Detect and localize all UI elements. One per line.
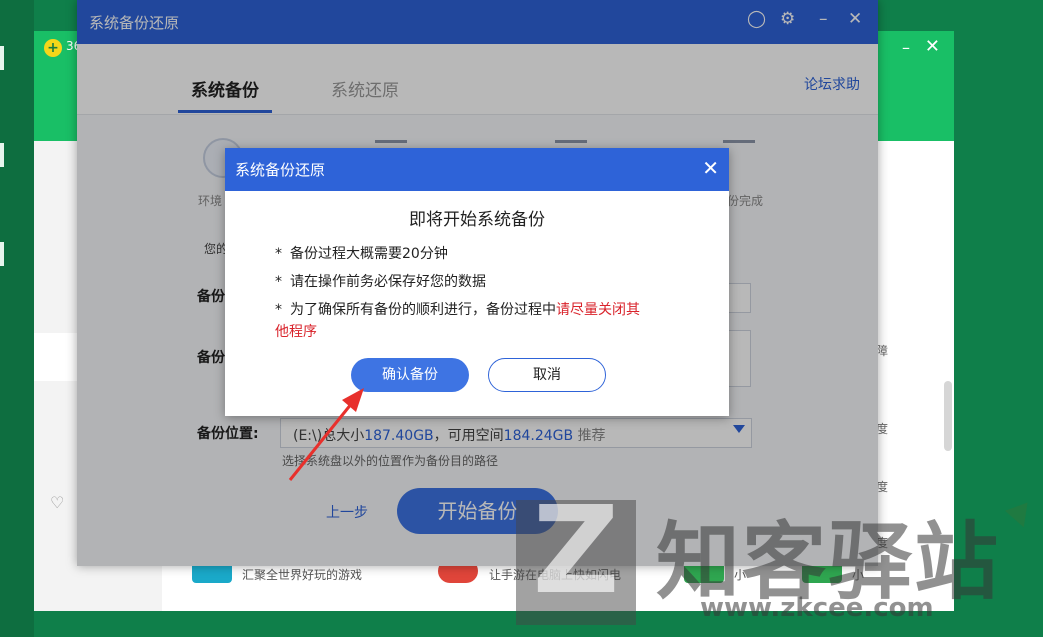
- watermark-url: www.zkcee.com: [700, 593, 934, 623]
- background-item-text: 汇聚全世界好玩的游戏: [242, 568, 363, 582]
- dialog-warning-text: 请尽量关闭其: [556, 302, 640, 318]
- heart-icon[interactable]: ♡: [50, 493, 64, 512]
- dialog-title: 系统备份还原: [235, 161, 326, 179]
- watermark-logo-letter: Z: [532, 482, 620, 621]
- dialog-line: * 为了确保所有备份的顺利进行，备份过程中请尽量关闭其 他程序: [275, 302, 640, 340]
- confirm-dialog: 系统备份还原 ✕ 即将开始系统备份 * 备份过程大概需要20分钟 * 请在操作前务必…: [225, 148, 729, 416]
- dialog-close-icon[interactable]: ✕: [702, 156, 719, 180]
- watermark-triangle-icon: [1004, 502, 1036, 532]
- minimize-icon[interactable]: –: [902, 38, 910, 57]
- red-arrow-annotation: [288, 388, 364, 481]
- dialog-line-text: 请在操作前务必保存好您的数据: [290, 274, 486, 290]
- app-logo-icon: +: [44, 39, 62, 57]
- background-scrollbar[interactable]: [944, 381, 952, 451]
- dialog-line-text: 备份过程大概需要20分钟: [290, 246, 448, 262]
- left-tick: [0, 242, 4, 266]
- dialog-line: * 备份过程大概需要20分钟: [275, 246, 448, 262]
- dialog-warning-text: 他程序: [275, 324, 317, 340]
- left-tick: [0, 143, 4, 167]
- background-left-strip: [0, 0, 34, 637]
- cancel-button[interactable]: 取消: [488, 358, 606, 392]
- watermark-logo: Z: [516, 492, 636, 625]
- close-icon[interactable]: ✕: [925, 36, 940, 57]
- dialog-titlebar: 系统备份还原 ✕: [225, 148, 729, 191]
- dialog-heading: 即将开始系统备份: [409, 210, 545, 230]
- dialog-line-text: 为了确保所有备份的顺利进行，备份过程中: [290, 302, 556, 318]
- left-tick: [0, 46, 4, 70]
- dialog-line: * 请在操作前务必保存好您的数据: [275, 274, 486, 290]
